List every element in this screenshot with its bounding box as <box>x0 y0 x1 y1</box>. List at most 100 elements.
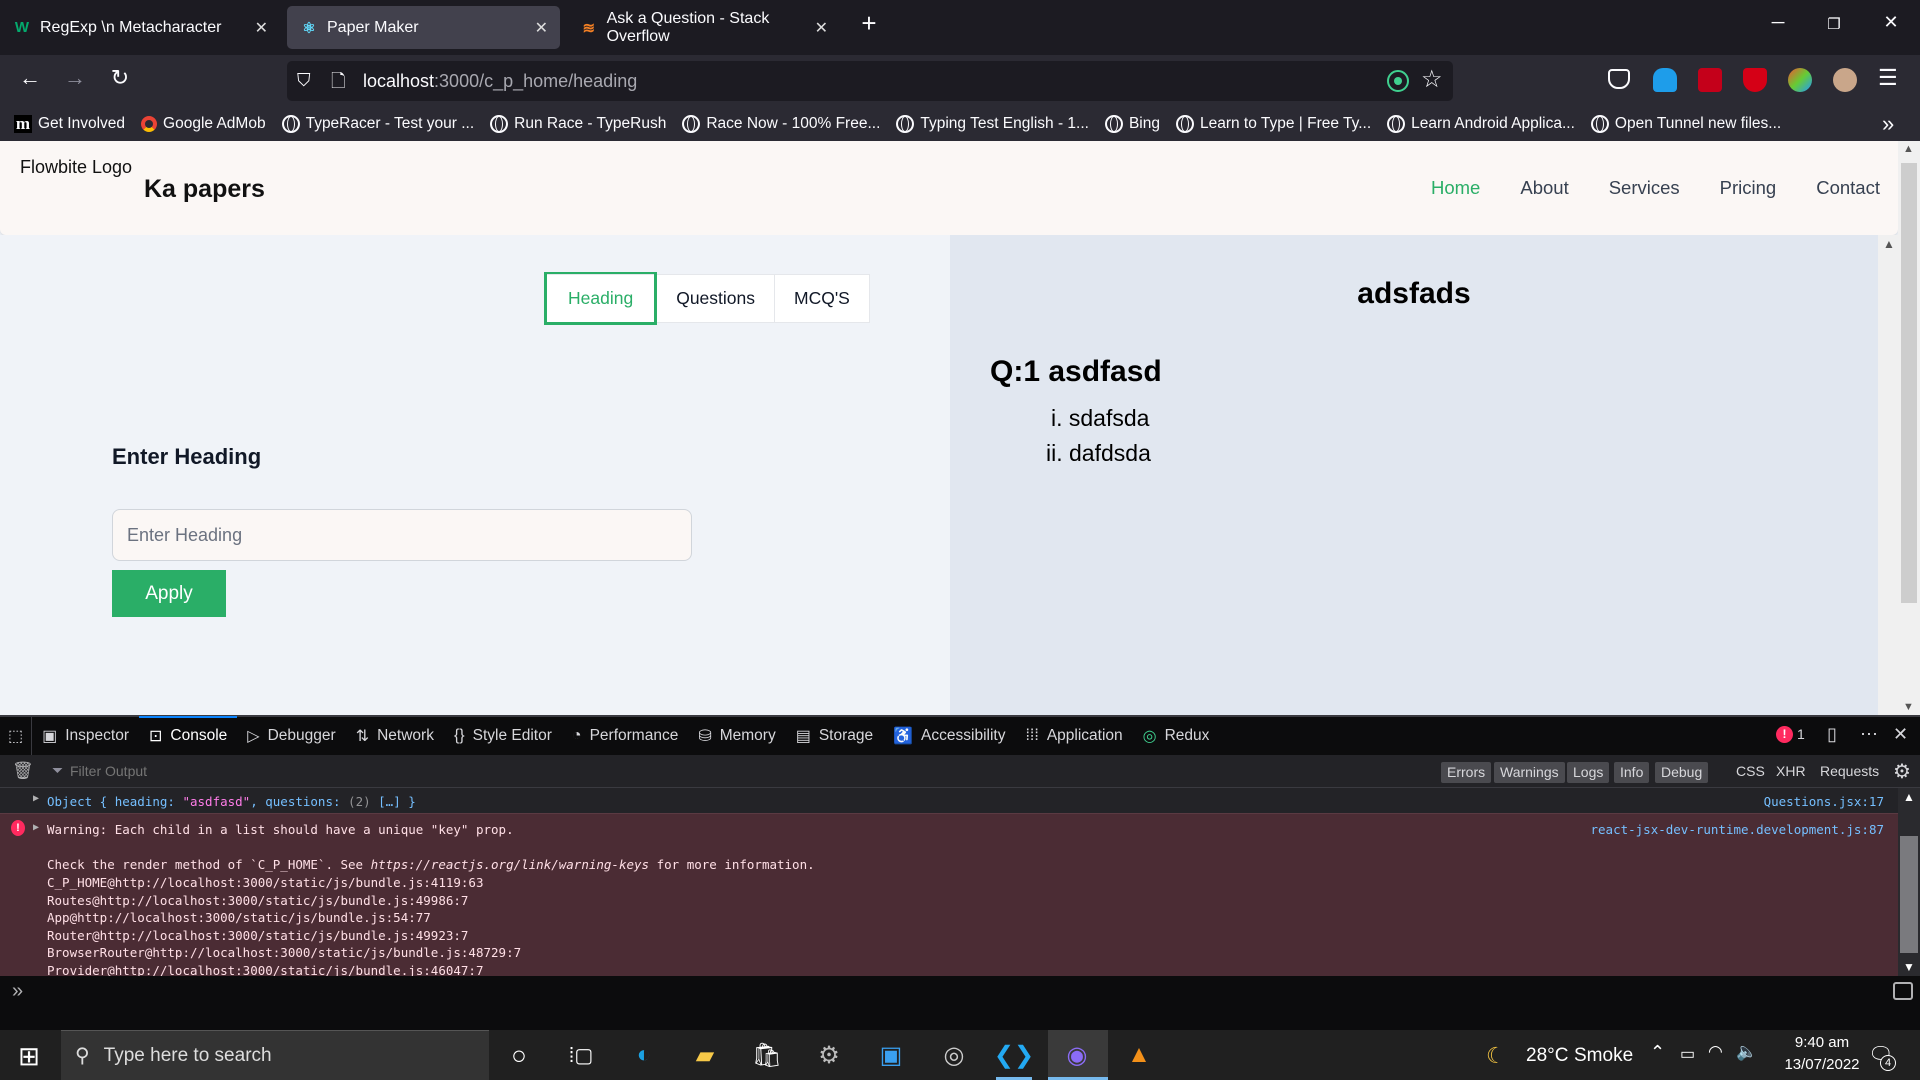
firefox-icon[interactable]: ◉ <box>1060 1038 1094 1072</box>
filter-warnings-button[interactable]: Warnings <box>1494 762 1565 783</box>
devtools-tab-performance[interactable]: ◔ Performance <box>562 717 688 755</box>
more-options-icon[interactable]: ⋯ <box>1860 724 1878 745</box>
devtools-tab-accessibility[interactable]: ♿ Accessibility <box>883 717 1015 755</box>
bookmark-star-icon[interactable]: ☆ <box>1421 65 1443 94</box>
reload-button[interactable]: ↻ <box>104 65 136 91</box>
bookmark-item[interactable]: Learn Android Applica... <box>1387 115 1575 133</box>
back-button[interactable]: ← <box>14 65 46 91</box>
disk-utility-icon[interactable]: ⚙ <box>812 1038 846 1072</box>
logo[interactable]: Flowbite Logo <box>20 157 132 178</box>
devtools-tab-memory[interactable]: ⛁ Memory <box>688 717 785 755</box>
tab-mcqs[interactable]: MCQ'S <box>774 275 869 322</box>
task-view-icon[interactable]: ⁞▢ <box>564 1038 598 1072</box>
filter-errors-button[interactable]: Errors <box>1441 762 1492 783</box>
stack-frame[interactable]: Routes@http://localhost:3000/static/js/b… <box>47 893 468 908</box>
bookmark-item[interactable]: Learn to Type | Free Ty... <box>1175 115 1371 133</box>
brand-name[interactable]: Ka papers <box>144 175 265 204</box>
tab-questions[interactable]: Questions <box>657 275 774 322</box>
nav-pricing[interactable]: Pricing <box>1720 177 1777 199</box>
bookmark-item[interactable]: m Get Involved <box>14 114 125 133</box>
trash-icon[interactable]: 🗑 <box>12 761 34 781</box>
console-scrollbar[interactable]: ▲ ▼ <box>1898 788 1920 976</box>
filter-debug-button[interactable]: Debug <box>1655 762 1709 783</box>
page-scrollbar[interactable]: ▲ ▼ <box>1898 141 1920 715</box>
filter-logs-button[interactable]: Logs <box>1567 762 1610 783</box>
devtools-tab-redux[interactable]: ◎ Redux <box>1133 717 1220 755</box>
youtube-extension-icon[interactable] <box>1743 68 1767 92</box>
devtools-tab-style-editor[interactable]: {} Style Editor <box>444 717 562 755</box>
microsoft-store-icon[interactable]: 🛍 <box>750 1038 784 1072</box>
stack-frame[interactable]: Router@http://localhost:3000/static/js/b… <box>47 928 468 943</box>
stack-frame[interactable]: BrowserRouter@http://localhost:3000/stat… <box>47 945 521 960</box>
stack-frame[interactable]: App@http://localhost:3000/static/js/bund… <box>47 910 431 925</box>
menu-icon[interactable]: ☰ <box>1878 65 1898 91</box>
stack-frame[interactable]: C_P_HOME@http://localhost:3000/static/js… <box>47 875 484 890</box>
clock-time[interactable]: 9:40 am <box>1782 1034 1862 1051</box>
bookmarks-overflow-icon[interactable]: » <box>1882 111 1894 137</box>
bookmark-item[interactable]: Google AdMob <box>141 115 266 133</box>
camera-icon[interactable]: ▭ <box>1680 1044 1695 1064</box>
bookmark-item[interactable]: Typing Test English - 1... <box>896 115 1089 133</box>
console-input[interactable]: » <box>0 976 1920 1010</box>
volume-icon[interactable]: 🔈 <box>1736 1042 1757 1062</box>
bookmark-item[interactable]: Open Tunnel new files... <box>1590 115 1781 133</box>
source-link[interactable]: react-jsx-dev-runtime.development.js:87 <box>1591 822 1885 837</box>
close-tab-icon[interactable]: ✕ <box>535 18 548 38</box>
forward-button[interactable]: → <box>59 65 91 91</box>
close-tab-icon[interactable]: ✕ <box>815 18 828 38</box>
filter-css-toggle[interactable]: CSS <box>1736 763 1765 779</box>
nav-services[interactable]: Services <box>1609 177 1680 199</box>
avatar-extension-icon[interactable] <box>1833 68 1857 92</box>
bookmark-item[interactable]: TypeRacer - Test your ... <box>281 115 474 133</box>
settings-gear-icon[interactable]: ⚙ <box>1893 759 1911 784</box>
source-link[interactable]: Questions.jsx:17 <box>1764 794 1884 809</box>
error-count[interactable]: 1 <box>1797 726 1805 742</box>
weather-icon[interactable]: ☾ <box>1486 1043 1506 1069</box>
browser-tab[interactable]: W RegExp \n Metacharacter ✕ <box>0 6 280 49</box>
page-icon[interactable]: 🗋 <box>331 69 345 99</box>
close-devtools-icon[interactable]: ✕ <box>1893 724 1908 745</box>
cortana-icon[interactable]: ○ <box>502 1038 536 1072</box>
apply-button[interactable]: Apply <box>112 570 226 617</box>
element-picker-button[interactable]: ⬚ <box>0 717 33 755</box>
responsive-mode-icon[interactable]: ▯ <box>1827 724 1837 745</box>
filter-requests-toggle[interactable]: Requests <box>1820 763 1879 779</box>
close-tab-icon[interactable]: ✕ <box>255 18 268 38</box>
shield-icon[interactable]: ⛉ <box>297 70 311 91</box>
nav-about[interactable]: About <box>1520 177 1568 199</box>
scroll-down-icon[interactable]: ▼ <box>1903 701 1914 713</box>
docs-link[interactable]: https://reactjs.org/link/warning-keys <box>371 857 649 872</box>
devtools-tab-debugger[interactable]: ▷ Debugger <box>237 717 345 755</box>
weather-condition[interactable]: Smoke <box>1574 1045 1633 1067</box>
close-window-button[interactable]: ✕ <box>1871 12 1911 33</box>
bookmark-item[interactable]: Run Race - TypeRush <box>490 115 666 133</box>
vlc-icon[interactable]: ▲ <box>1122 1038 1156 1072</box>
ghostery-icon[interactable] <box>1653 68 1677 92</box>
scroll-down-icon[interactable]: ▼ <box>1903 960 1915 974</box>
console-error-message[interactable]: ! ▶ Warning: Each child in a list should… <box>0 814 1898 978</box>
download-manager-icon[interactable] <box>1788 68 1812 92</box>
wifi-icon[interactable]: ◠ <box>1708 1042 1723 1062</box>
url-text[interactable]: localhost:3000/c_p_home/heading <box>363 71 637 92</box>
weather-temp[interactable]: 28°C <box>1526 1045 1568 1067</box>
show-hidden-icons-icon[interactable]: ⌃ <box>1650 1042 1665 1063</box>
obs-icon[interactable]: ◎ <box>937 1038 971 1072</box>
devtools-tab-application[interactable]: ⁞⁞⁞ Application <box>1015 717 1132 755</box>
console-log-message[interactable]: ▶ Object { heading: "asdfasd", questions… <box>0 788 1898 814</box>
bookmark-item[interactable]: Race Now - 100% Free... <box>682 115 880 133</box>
devtools-tab-console[interactable]: ⊡ Console <box>139 716 238 754</box>
scrollbar-thumb[interactable] <box>1900 836 1918 953</box>
edge-icon[interactable]: ◐ <box>627 1038 661 1072</box>
taskbar-search[interactable]: ⚲ Type here to search <box>61 1030 489 1080</box>
tracking-extension-icon[interactable] <box>1387 70 1409 92</box>
filter-info-button[interactable]: Info <box>1614 762 1650 783</box>
devtools-tab-network[interactable]: ⇅ Network <box>346 717 444 755</box>
scroll-up-icon[interactable]: ▲ <box>1903 790 1915 804</box>
heading-input[interactable] <box>112 509 692 561</box>
bookmark-item[interactable]: Bing <box>1104 115 1160 133</box>
browser-tab[interactable]: ≋ Ask a Question - Stack Overflow ✕ <box>567 6 832 49</box>
nav-home[interactable]: Home <box>1431 177 1480 199</box>
devtools-tab-storage[interactable]: ▤ Storage <box>786 717 883 755</box>
expand-arrow-icon[interactable]: ▶ <box>33 793 39 804</box>
address-bar[interactable]: ⛉ 🗋 localhost:3000/c_p_home/heading ☆ <box>287 61 1453 101</box>
